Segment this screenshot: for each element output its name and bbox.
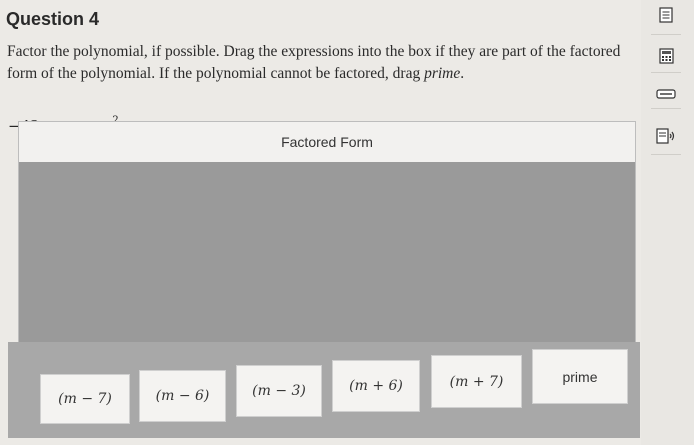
choice-m-minus-6[interactable]: (m − 6) xyxy=(139,370,226,422)
factored-form-dropbox[interactable]: Factored Form xyxy=(18,121,636,359)
tool-sidebar xyxy=(641,0,694,445)
prompt-end: . xyxy=(460,65,465,82)
toolbar-divider xyxy=(651,154,681,155)
question-prompt: Factor the polynomial, if possible. Drag… xyxy=(7,41,632,85)
choice-m-plus-6[interactable]: (m + 6) xyxy=(332,360,420,412)
choice-m-minus-3[interactable]: (m − 3) xyxy=(236,365,322,417)
prompt-prime: prime xyxy=(424,65,461,82)
highlighter-icon[interactable] xyxy=(656,86,676,102)
text-to-speech-icon[interactable] xyxy=(656,128,676,144)
calculator-icon[interactable] xyxy=(658,48,674,64)
dropbox-header: Factored Form xyxy=(19,122,635,162)
question-title: Question 4 xyxy=(6,9,100,29)
choice-m-plus-7[interactable]: (m + 7) xyxy=(431,355,522,408)
toolbar-divider xyxy=(651,34,681,35)
choice-prime[interactable]: prime xyxy=(532,349,628,404)
notes-icon[interactable] xyxy=(658,7,674,23)
toolbar-divider xyxy=(651,108,681,109)
choice-m-minus-7[interactable]: (m − 7) xyxy=(40,374,130,424)
toolbar-divider xyxy=(651,72,681,73)
dropbox-label: Factored Form xyxy=(281,134,373,150)
prompt-text: Factor the polynomial, if possible. Drag… xyxy=(7,43,621,82)
